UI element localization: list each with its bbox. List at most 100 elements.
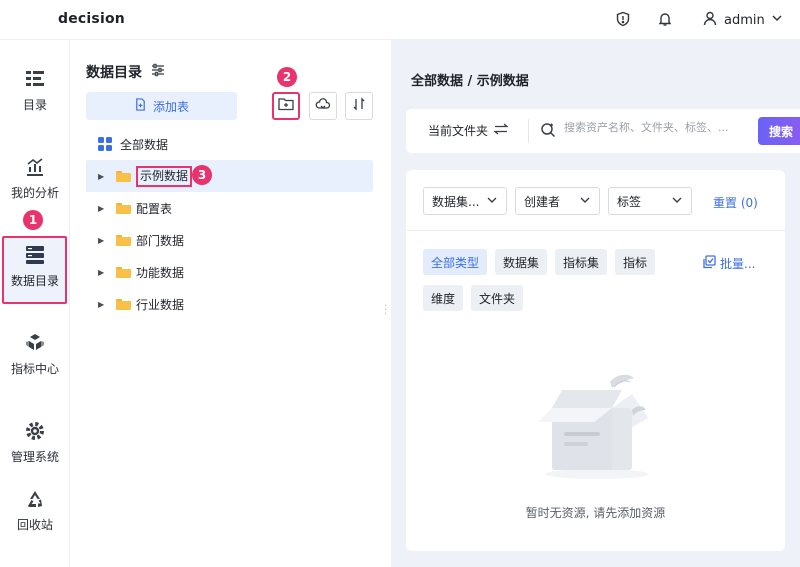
folder-icon [116, 170, 131, 182]
user-icon [702, 10, 718, 30]
add-table-label: 添加表 [152, 99, 189, 114]
chip-dimension[interactable]: 维度 [423, 285, 464, 311]
top-bar: decision admin [0, 0, 800, 40]
batch-button[interactable]: 批量... [702, 255, 755, 272]
folder-icon [116, 234, 131, 246]
folder-icon [116, 298, 131, 310]
tree-item-label: 功能数据 [136, 265, 185, 280]
tree-item-label: 全部数据 [120, 137, 169, 152]
chip-folder[interactable]: 文件夹 [471, 285, 524, 311]
rail-item-management[interactable]: 管理系统 [0, 420, 70, 465]
cubes-icon [24, 332, 46, 354]
sort-icon [352, 97, 366, 115]
chevron-down-icon [671, 194, 683, 209]
search-button[interactable]: 搜索 [758, 117, 800, 145]
type-select-value: 数据集... [432, 194, 480, 209]
chip-dataset[interactable]: 数据集 [495, 249, 548, 275]
file-add-icon [134, 98, 147, 114]
creator-select[interactable]: 创建者 [515, 187, 600, 215]
divider [528, 119, 529, 143]
rail-item-catalog[interactable]: 目录 [0, 68, 70, 113]
catalog-tree: 全部数据 ▶ 示例数据 ▶ 配置表 ▶ 部门数据 ▶ 功能数据 ▶ 行业数据 [86, 128, 373, 320]
search-bar: 当前文件夹 搜索 [406, 109, 800, 153]
search-input[interactable] [564, 121, 754, 134]
tree-item-all-data[interactable]: 全部数据 [86, 128, 373, 160]
breadcrumb: 全部数据 / 示例数据 [411, 74, 529, 89]
chevron-down-icon [486, 194, 498, 209]
empty-state-text: 暂时无资源, 请先添加资源 [525, 506, 666, 520]
rail-item-metrics-center[interactable]: 指标中心 [0, 332, 70, 377]
tree-item-label: 示例数据 [136, 165, 193, 187]
tree-item-department-data[interactable]: ▶ 部门数据 [86, 224, 373, 256]
user-menu[interactable]: admin [702, 10, 783, 30]
tree-item-label: 行业数据 [136, 297, 185, 312]
rail-label: 目录 [22, 98, 47, 112]
resize-handle[interactable]: · · · [384, 302, 387, 320]
left-rail: 目录 我的分析 数据目录 指标中心 管理系统 回收站 [0, 40, 70, 567]
batch-icon [702, 255, 716, 272]
brand-title: decision [58, 11, 125, 27]
tag-select[interactable]: 标签 [608, 187, 692, 215]
new-folder-button[interactable] [272, 92, 300, 120]
tag-select-value: 标签 [617, 194, 642, 209]
caret-right-icon[interactable]: ▶ [98, 172, 108, 181]
rail-label: 回收站 [16, 518, 53, 532]
folder-icon [116, 202, 131, 214]
step-badge-1: 1 [23, 210, 43, 230]
current-folder-toggle[interactable]: 当前文件夹 [428, 122, 509, 139]
tree-item-config-table[interactable]: ▶ 配置表 [86, 192, 373, 224]
caret-right-icon[interactable]: ▶ [98, 300, 108, 309]
folder-add-icon [278, 97, 294, 115]
reset-filters-link[interactable]: 重置 (0) [713, 194, 758, 211]
rail-label: 我的分析 [10, 186, 59, 200]
user-name: admin [724, 12, 765, 28]
caret-right-icon[interactable]: ▶ [98, 236, 108, 245]
caret-right-icon[interactable]: ▶ [98, 268, 108, 277]
main-area: 全部数据 / 示例数据 当前文件夹 搜索 数据集... 创建者 标签 重置 (0… [391, 40, 800, 567]
rail-label: 管理系统 [10, 450, 59, 464]
empty-box-illustration [534, 370, 654, 484]
shield-icon[interactable] [614, 10, 632, 28]
catalog-panel: 数据目录 添加表 全部数据 ▶ 示例数据 ▶ 配置表 ▶ 部门数据 ▶ 功能数据… [71, 40, 390, 567]
recycle-icon [24, 488, 46, 510]
catalog-title: 数据目录 [86, 65, 142, 81]
rail-label: 数据目录 [10, 274, 59, 288]
current-folder-label: 当前文件夹 [428, 124, 489, 138]
cloud-sync-button[interactable] [309, 92, 337, 120]
rail-item-data-catalog[interactable]: 数据目录 [0, 244, 70, 289]
tree-item-label: 配置表 [136, 201, 173, 216]
creator-select-value: 创建者 [524, 194, 561, 209]
resource-card: 数据集... 创建者 标签 重置 (0) 全部类型 数据集 指标集 指标 维度 … [406, 170, 785, 551]
list-icon [24, 68, 46, 90]
tree-item-label: 部门数据 [136, 233, 185, 248]
database-icon [24, 244, 46, 266]
sort-button[interactable] [345, 92, 373, 120]
grid-icon [98, 137, 112, 151]
bell-icon[interactable] [656, 10, 674, 28]
rail-label: 指标中心 [10, 362, 59, 376]
step-badge-2: 2 [277, 67, 297, 87]
chevron-down-icon [771, 12, 783, 28]
tree-item-industry-data[interactable]: ▶ 行业数据 [86, 288, 373, 320]
chip-all-types[interactable]: 全部类型 [423, 249, 488, 275]
rail-item-my-analysis[interactable]: 我的分析 [0, 156, 70, 201]
type-select[interactable]: 数据集... [423, 187, 507, 215]
sliders-icon[interactable] [150, 62, 166, 82]
swap-icon [493, 123, 509, 138]
batch-label: 批量... [720, 257, 756, 271]
caret-right-icon[interactable]: ▶ [98, 204, 108, 213]
tree-item-function-data[interactable]: ▶ 功能数据 [86, 256, 373, 288]
chip-metric-set[interactable]: 指标集 [555, 249, 608, 275]
chevron-down-icon [579, 194, 591, 209]
gear-icon [24, 420, 46, 442]
chip-metric[interactable]: 指标 [615, 249, 656, 275]
tree-item-sample-data[interactable]: ▶ 示例数据 [86, 160, 373, 192]
add-table-button[interactable]: 添加表 [86, 92, 237, 120]
divider [406, 230, 785, 231]
cloud-icon [315, 97, 331, 115]
chart-icon [24, 156, 46, 178]
step-badge-3: 3 [192, 165, 212, 185]
folder-icon [116, 266, 131, 278]
search-icon [540, 122, 556, 142]
rail-item-recycle-bin[interactable]: 回收站 [0, 488, 70, 533]
